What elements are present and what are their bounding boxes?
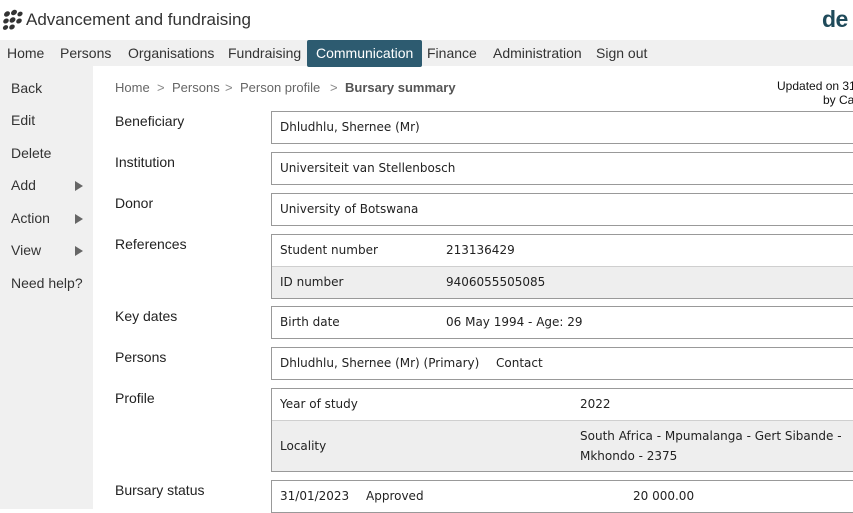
birth-date-label: Birth date	[280, 315, 340, 329]
brand-logo: de	[822, 6, 848, 32]
references-box: Student number 213136429 ID number 94060…	[271, 234, 853, 299]
beneficiary-label: Beneficiary	[115, 113, 185, 129]
key-dates-label: Key dates	[115, 308, 178, 324]
updated-line-1: Updated on 31	[777, 79, 853, 93]
profile-label: Profile	[115, 390, 155, 406]
bursary-date: 31/01/2023	[280, 489, 350, 503]
beneficiary-value[interactable]: Dhludhlu, Shernee (Mr)	[280, 112, 420, 143]
breadcrumb-separator: >	[157, 80, 165, 95]
app-title: Advancement and fundraising	[26, 10, 251, 29]
donor-label: Donor	[115, 195, 154, 211]
nav-persons[interactable]: Persons	[51, 40, 120, 66]
locality-value-line-2: Mkhondo - 2375	[580, 449, 678, 463]
bursary-status-label: Bursary status	[115, 482, 205, 498]
persons-label: Persons	[115, 349, 167, 365]
student-number-label: Student number	[280, 243, 378, 257]
profile-box: Year of study 2022 Locality South Africa…	[271, 388, 853, 472]
main-nav: Home Persons Organisations Fundraising C…	[0, 40, 853, 67]
sidebar-edit[interactable]: Edit	[11, 112, 35, 128]
sidebar-action[interactable]: Action	[11, 210, 50, 226]
sidebar-view[interactable]: View	[11, 242, 41, 258]
donor-box: University of Botswana	[271, 193, 853, 226]
year-of-study-value: 2022	[580, 397, 611, 411]
institution-label: Institution	[115, 154, 175, 170]
person-role: Contact	[496, 356, 543, 370]
person-name[interactable]: Dhludhlu, Shernee (Mr) (Primary)	[280, 348, 479, 379]
table-row: Locality South Africa - Mpumalanga - Ger…	[272, 420, 853, 471]
locality-label: Locality	[280, 439, 327, 453]
main-content: Home > Persons > Person profile > Bursar…	[93, 68, 853, 513]
table-row[interactable]: 31/01/2023 Approved 20 000.00	[272, 481, 853, 512]
sidebar-add[interactable]: Add	[11, 177, 36, 193]
locality-value-line-1: South Africa - Mpumalanga - Gert Sibande…	[580, 429, 842, 443]
app-logo-icon	[2, 9, 23, 30]
year-of-study-label: Year of study	[280, 397, 358, 411]
nav-sign-out[interactable]: Sign out	[587, 40, 656, 66]
nav-finance[interactable]: Finance	[418, 40, 486, 66]
beneficiary-box: Dhludhlu, Shernee (Mr)	[271, 111, 853, 144]
birth-date-value: 06 May 1994 - Age: 29	[446, 315, 583, 329]
references-label: References	[115, 236, 187, 252]
breadcrumb-separator: >	[225, 80, 233, 95]
chevron-right-icon[interactable]	[75, 246, 83, 256]
sidebar-back[interactable]: Back	[11, 80, 42, 96]
breadcrumb-persons[interactable]: Persons	[172, 80, 220, 95]
nav-fundraising[interactable]: Fundraising	[219, 40, 310, 66]
table-row: ID number 9406055505085	[272, 266, 853, 298]
breadcrumb-separator: >	[330, 80, 338, 95]
bursary-status-value: Approved	[366, 489, 424, 503]
breadcrumb-current: Bursary summary	[345, 80, 456, 95]
institution-box: Universiteit van Stellenbosch	[271, 152, 853, 185]
chevron-right-icon[interactable]	[75, 214, 83, 224]
id-number-value: 9406055505085	[446, 275, 546, 289]
table-row: Year of study 2022	[272, 389, 853, 420]
nav-home[interactable]: Home	[0, 40, 53, 66]
key-dates-box: Birth date 06 May 1994 - Age: 29	[271, 306, 853, 339]
app-header: Advancement and fundraising de	[0, 0, 853, 40]
persons-box: Dhludhlu, Shernee (Mr) (Primary) Contact	[271, 347, 853, 380]
bursary-amount: 20 000.00	[633, 489, 695, 503]
updated-info: Updated on 31 by Ca	[777, 79, 853, 107]
breadcrumb-home[interactable]: Home	[115, 80, 150, 95]
student-number-value: 213136429	[446, 243, 515, 257]
bursary-status-box: 31/01/2023 Approved 20 000.00	[271, 480, 853, 513]
nav-communication[interactable]: Communication	[307, 40, 423, 67]
table-row: Student number 213136429	[272, 235, 853, 266]
institution-value[interactable]: Universiteit van Stellenbosch	[280, 153, 455, 184]
donor-value[interactable]: University of Botswana	[280, 194, 418, 225]
breadcrumb-person-profile[interactable]: Person profile	[240, 80, 320, 95]
sidebar-need-help[interactable]: Need help?	[11, 275, 83, 291]
nav-organisations[interactable]: Organisations	[119, 40, 223, 66]
id-number-label: ID number	[280, 275, 344, 289]
updated-line-2: by Ca	[823, 93, 853, 107]
chevron-right-icon[interactable]	[75, 181, 83, 191]
nav-administration[interactable]: Administration	[484, 40, 591, 66]
sidebar: Back Edit Delete Add Action View Need he…	[0, 66, 93, 509]
sidebar-delete[interactable]: Delete	[11, 145, 51, 161]
